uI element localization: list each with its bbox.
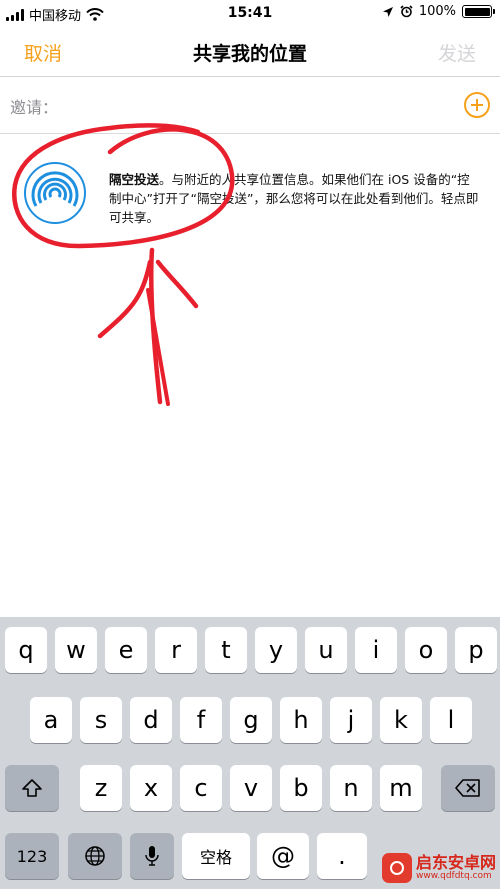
key-q[interactable]: q [5, 627, 47, 673]
key-d[interactable]: d [130, 697, 172, 743]
globe-icon [85, 846, 105, 866]
key-m[interactable]: m [380, 765, 422, 811]
invite-label: 邀请： [10, 98, 59, 117]
airdrop-description: 隔空投送。与附近的人共享位置信息。如果他们在 iOS 设备的“控制中心”打开了“… [109, 170, 479, 227]
key-r[interactable]: r [155, 627, 197, 673]
page-title: 共享我的位置 [192, 43, 307, 65]
key-a[interactable]: a [30, 697, 72, 743]
key-x[interactable]: x [130, 765, 172, 811]
plus-circle-icon[interactable] [464, 92, 490, 118]
numbers-key-label: 123 [16, 846, 48, 866]
key-h[interactable]: h [280, 697, 322, 743]
key-t[interactable]: t [205, 627, 247, 673]
key-u[interactable]: u [305, 627, 347, 673]
battery-fill [464, 7, 490, 16]
airdrop-icon[interactable] [24, 162, 86, 224]
key-k[interactable]: k [380, 697, 422, 743]
microphone-icon [145, 846, 159, 866]
globe-key[interactable] [68, 833, 122, 879]
battery-percent: 100% [418, 4, 456, 19]
watermark-url: www.qdfdtq.com [415, 870, 492, 881]
airdrop-title: 隔空投送 [109, 172, 160, 187]
key-l[interactable]: l [430, 697, 472, 743]
space-key[interactable]: 空格 [182, 833, 250, 879]
delete-key[interactable] [441, 765, 495, 811]
key-z[interactable]: z [80, 765, 122, 811]
site-watermark: 启东安卓网 www.qdfdtq.com [381, 852, 496, 883]
microphone-key[interactable] [130, 833, 174, 879]
key-f[interactable]: f [180, 697, 222, 743]
dot-key[interactable]: . [317, 833, 367, 879]
shift-arrow-icon [22, 779, 42, 797]
watermark-logo-icon [381, 853, 412, 883]
backspace-icon [455, 779, 480, 797]
battery-icon [462, 5, 495, 18]
status-right: 100% [382, 4, 495, 19]
at-key[interactable]: @ [257, 833, 309, 879]
invite-field[interactable]: 邀请： [0, 77, 500, 134]
keyboard: q w e r t y u i o p a s d f g h j k l z … [0, 617, 500, 889]
status-bar: 中国移动 15:41 100% [0, 0, 500, 28]
alarm-icon [400, 5, 413, 18]
key-i[interactable]: i [355, 627, 397, 673]
shift-key[interactable] [5, 765, 59, 811]
key-s[interactable]: s [80, 697, 122, 743]
key-j[interactable]: j [330, 697, 372, 743]
location-arrow-icon [382, 6, 393, 17]
key-n[interactable]: n [330, 765, 372, 811]
space-key-label: 空格 [199, 848, 232, 867]
key-w[interactable]: w [55, 627, 97, 673]
key-c[interactable]: c [180, 765, 222, 811]
key-y[interactable]: y [255, 627, 297, 673]
key-g[interactable]: g [230, 697, 272, 743]
watermark-text: 启东安卓网 www.qdfdtq.com [415, 852, 496, 881]
key-v[interactable]: v [230, 765, 272, 811]
watermark-name: 启东安卓网 [415, 852, 496, 872]
key-p[interactable]: p [455, 627, 497, 673]
numbers-key[interactable]: 123 [5, 833, 59, 879]
send-button[interactable]: 发送 [438, 39, 476, 66]
navigation-bar: 取消 共享我的位置 发送 [0, 28, 500, 77]
airdrop-body: 。与附近的人共享位置信息。如果他们在 iOS 设备的“控制中心”打开了“隔空投送… [109, 172, 479, 225]
key-b[interactable]: b [280, 765, 322, 811]
key-o[interactable]: o [405, 627, 447, 673]
key-e[interactable]: e [105, 627, 147, 673]
